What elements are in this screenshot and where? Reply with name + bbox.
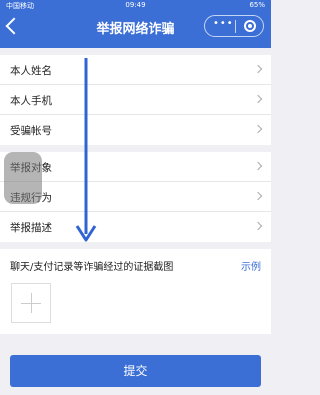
chevron-right-icon <box>253 221 263 231</box>
chevron-right-icon <box>253 161 263 171</box>
more-icon[interactable]: ••• <box>213 18 234 29</box>
example-link[interactable]: 示例 <box>241 258 261 273</box>
row-label: 本人姓名 <box>10 65 52 77</box>
capsule-divider <box>235 20 236 33</box>
miniprogram-capsule: ••• <box>204 15 264 37</box>
plus-icon-stroke <box>31 293 32 313</box>
row-description[interactable]: 举报描述 <box>0 212 271 242</box>
status-bar: 中国移动 09:49 65% <box>0 0 271 12</box>
row-label: 举报描述 <box>10 222 52 234</box>
touch-indicator <box>4 152 42 204</box>
row-name[interactable]: 本人姓名 <box>0 55 271 85</box>
chevron-right-icon <box>253 191 263 201</box>
close-icon[interactable] <box>244 20 256 32</box>
scroll-down-arrow-icon <box>75 58 97 242</box>
submit-button[interactable]: 提交 <box>10 355 261 387</box>
battery-label: 65% <box>249 1 265 9</box>
row-account[interactable]: 受骗帐号 <box>0 115 271 145</box>
evidence-label: 聊天/支付记录等诈骗经过的证据截图 <box>10 262 174 273</box>
personal-info-group: 本人姓名 本人手机 受骗帐号 <box>0 55 271 145</box>
chevron-right-icon <box>253 124 263 134</box>
row-label: 受骗帐号 <box>10 125 52 137</box>
chevron-right-icon <box>253 94 263 104</box>
chevron-right-icon <box>253 64 263 74</box>
add-image-button[interactable] <box>11 283 51 323</box>
top-bar: 中国移动 09:49 65% 举报网络诈骗 ••• <box>0 0 271 48</box>
row-phone[interactable]: 本人手机 <box>0 85 271 115</box>
clock: 09:49 <box>125 1 146 9</box>
row-label: 本人手机 <box>10 95 52 107</box>
